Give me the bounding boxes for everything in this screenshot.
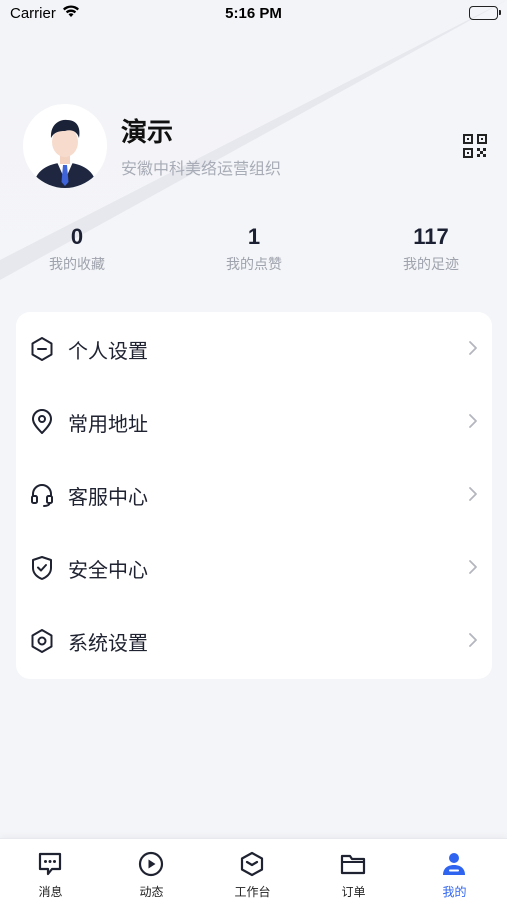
tab-label: 工作台 <box>234 885 271 899</box>
stat-label: 我的足迹 <box>403 257 459 273</box>
stat-value: 117 <box>413 224 449 249</box>
tab-mine[interactable]: 我的 <box>404 839 505 900</box>
user-organization: 安徽中科美络运营组织 <box>121 159 282 178</box>
tab-feed[interactable]: 动态 <box>101 839 202 900</box>
chevron-right-icon <box>468 559 478 575</box>
menu-item-security-center[interactable]: 安全中心 <box>16 531 492 604</box>
tab-orders[interactable]: 订单 <box>303 839 404 900</box>
status-bar: Carrier 5:16 PM <box>0 0 507 28</box>
chevron-right-icon <box>468 413 478 429</box>
chevron-right-icon <box>468 486 478 502</box>
chevron-right-icon <box>468 632 478 648</box>
stat-value: 1 <box>247 224 261 249</box>
tab-workbench[interactable]: 工作台 <box>202 839 303 900</box>
menu-item-system-settings[interactable]: 系统设置 <box>16 604 492 677</box>
tab-messages[interactable]: 消息 <box>0 839 101 900</box>
tab-label: 动态 <box>139 885 164 899</box>
qr-code-icon[interactable] <box>463 134 487 158</box>
stat-label: 我的点赞 <box>226 257 282 273</box>
menu-item-label: 系统设置 <box>68 631 148 655</box>
stat-value: 0 <box>70 224 84 249</box>
menu-item-personal-settings[interactable]: 个人设置 <box>16 312 492 385</box>
menu-item-customer-service[interactable]: 客服中心 <box>16 458 492 531</box>
hexagon-minus-icon <box>30 336 54 362</box>
stat-favorites[interactable]: 0 我的收藏 <box>17 224 137 274</box>
play-circle-icon <box>137 850 165 878</box>
shield-check-icon <box>30 555 54 581</box>
stat-label: 我的收藏 <box>49 257 105 273</box>
tab-bar: 消息 动态 工作台 订单 我的 <box>0 838 507 900</box>
menu-item-label: 个人设置 <box>68 339 148 363</box>
hexagon-settings-icon <box>30 628 54 654</box>
workbench-icon <box>238 850 266 878</box>
tab-label: 订单 <box>341 885 366 899</box>
folder-icon <box>339 850 367 878</box>
menu-item-label: 安全中心 <box>68 558 148 582</box>
stat-likes[interactable]: 1 我的点赞 <box>194 224 314 274</box>
stats-row: 0 我的收藏 1 我的点赞 117 我的足迹 <box>0 224 507 284</box>
menu-card: 个人设置 常用地址 客服中心 安全中心 系统设置 <box>16 312 492 679</box>
tab-label: 我的 <box>442 885 467 899</box>
chevron-right-icon <box>468 340 478 356</box>
battery-icon <box>469 6 501 20</box>
menu-item-common-address[interactable]: 常用地址 <box>16 385 492 458</box>
avatar[interactable] <box>23 104 107 188</box>
headset-icon <box>30 482 54 508</box>
tab-label: 消息 <box>38 885 63 899</box>
menu-item-label: 常用地址 <box>68 412 148 436</box>
stat-footprints[interactable]: 117 我的足迹 <box>371 224 491 274</box>
menu-item-label: 客服中心 <box>68 485 148 509</box>
user-icon <box>440 850 468 878</box>
message-icon <box>36 850 64 878</box>
user-name: 演示 <box>121 118 174 148</box>
location-pin-icon <box>30 409 54 435</box>
clock: 5:16 PM <box>225 5 282 22</box>
